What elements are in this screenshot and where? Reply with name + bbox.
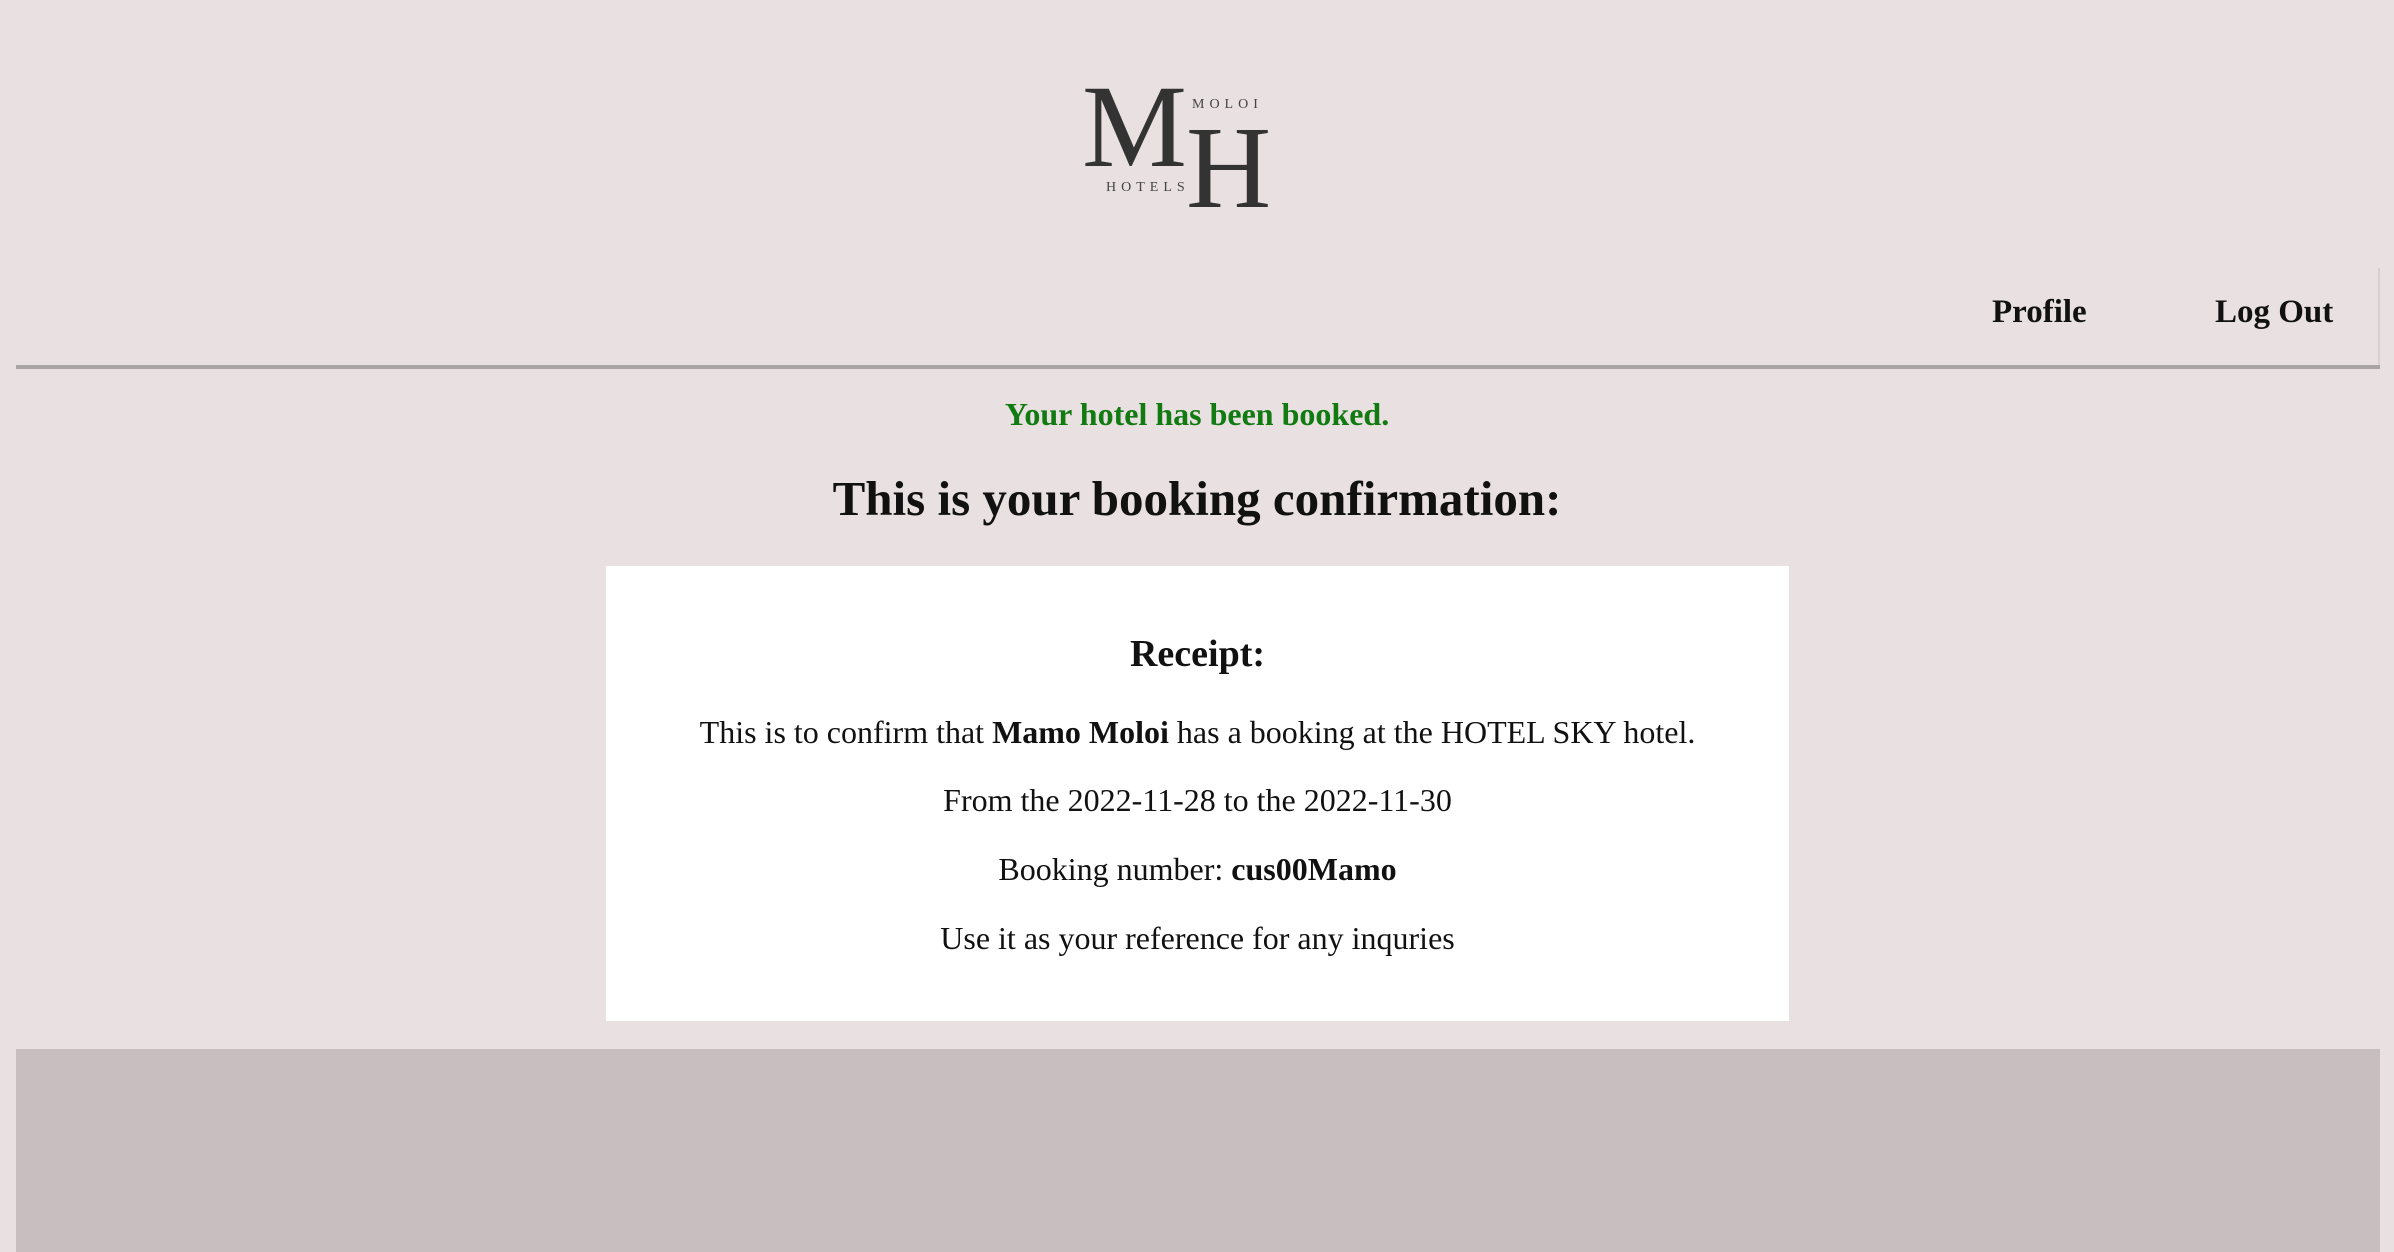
logo-word-bottom: HOTELS (1106, 180, 1190, 195)
receipt-title: Receipt: (1129, 633, 1266, 675)
booking-dates: From the 2022-11-28 to the 2022-11-30 (943, 782, 1452, 818)
brand-logo: M H MOLOI HOTELS (1082, 70, 1286, 216)
nav-logout-link[interactable]: Log Out (2215, 294, 2333, 331)
booking-success-message: Your hotel has been booked. (1004, 396, 1390, 432)
confirm-prefix: This is to confirm that (699, 714, 993, 750)
nav-profile-link[interactable]: Profile (1992, 294, 2087, 331)
nav-divider (16, 365, 2380, 369)
guest-name: Mamo Moloi (992, 714, 1169, 750)
confirm-suffix: has a booking at the HOTEL SKY hotel. (1168, 714, 1696, 750)
logo-word-top: MOLOI (1192, 97, 1263, 112)
page-footer (16, 1049, 2380, 1252)
logo-letter-m: M (1082, 70, 1187, 192)
page-title: This is your booking confirmation: (832, 471, 1562, 526)
confirmation-statement: This is to confirm that Mamo Moloi has a… (606, 714, 1789, 751)
reference-note: Use it as your reference for any inqurie… (940, 920, 1455, 956)
booking-number-label: Booking number: (998, 851, 1232, 887)
receipt-card: Receipt: This is to confirm that Mamo Mo… (606, 566, 1789, 1021)
logo-letter-h: H (1186, 102, 1271, 216)
booking-number-line: Booking number: cus00Mamo (606, 851, 1789, 888)
booking-number-value: cus00Mamo (1231, 851, 1397, 887)
